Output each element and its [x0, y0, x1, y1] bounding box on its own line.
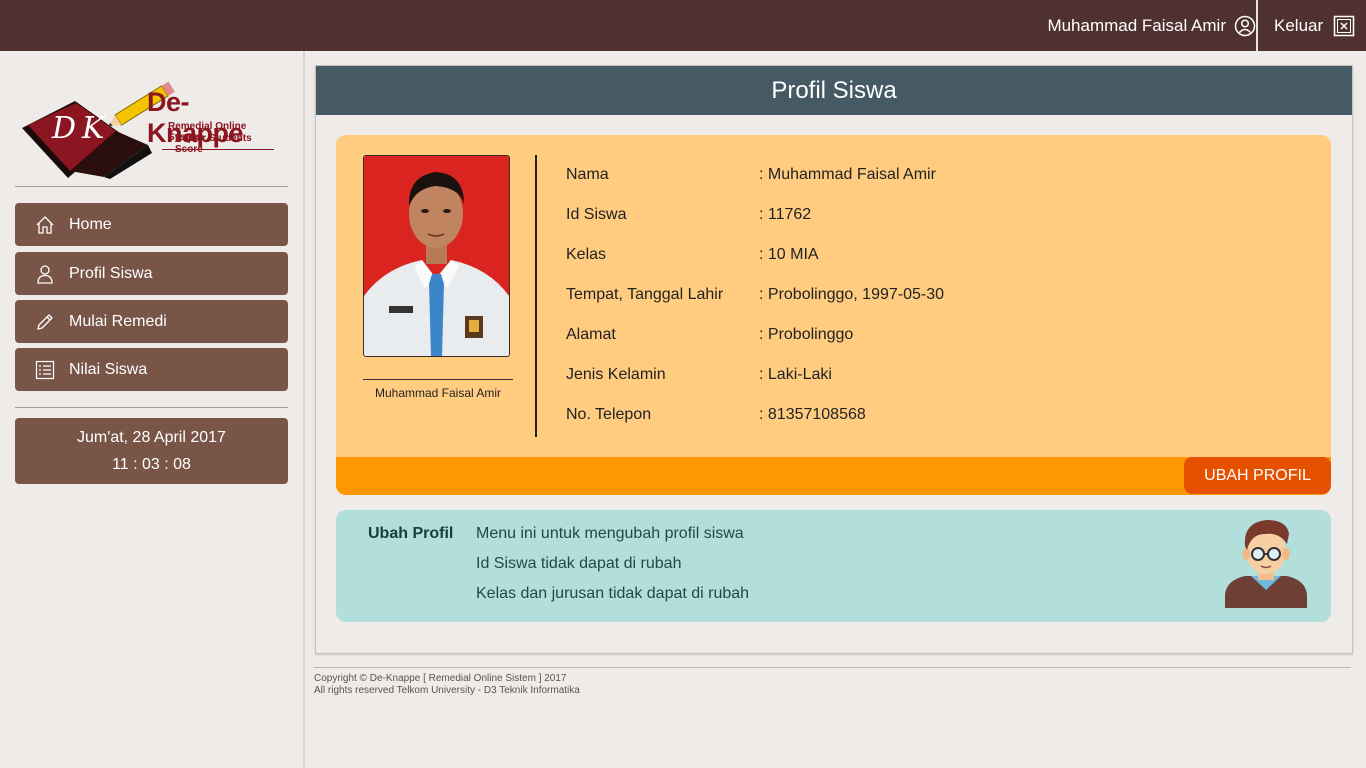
field-label: Jenis Kelamin: [566, 366, 666, 383]
logout-label: Keluar: [1274, 15, 1324, 35]
current-time: 11 : 03 : 08: [112, 456, 191, 473]
field-value: : Muhammad Faisal Amir: [759, 166, 936, 183]
footer-rights: All rights reserved Telkom University - …: [314, 685, 580, 696]
field-value: : 81357108568: [759, 406, 866, 423]
field-value: : Probolinggo: [759, 326, 854, 343]
field-label: Tempat, Tanggal Lahir: [566, 286, 724, 303]
help-card: Ubah Profil Menu ini untuk mengubah prof…: [336, 510, 1331, 622]
sidebar-item-home[interactable]: Home: [15, 203, 288, 246]
logout-box-icon: [1333, 15, 1355, 37]
home-icon: [35, 215, 55, 235]
user-icon: [35, 264, 55, 284]
profile-panel: Profil Siswa Muhammad Faisal Amir Nama:…: [315, 65, 1353, 654]
profile-card: Muhammad Faisal Amir Nama : Muhammad Fai…: [336, 135, 1331, 495]
sidebar-item-label: Nilai Siswa: [69, 360, 148, 378]
student-photo: [363, 155, 510, 357]
logo-subtitle-2: Repair Students Score: [175, 133, 252, 155]
footer: Copyright © De-Knappe [ Remedial Online …: [314, 673, 580, 697]
date-time-box: Jum'at, 28 April 2017 11 : 03 : 08: [15, 418, 288, 484]
pencil-icon: [35, 312, 55, 332]
sidebar-divider-bottom: [15, 407, 288, 408]
field-value: : Probolinggo, 1997-05-30: [759, 286, 945, 303]
sidebar-item-label: Profil Siswa: [69, 264, 153, 282]
page-title: Profil Siswa: [771, 76, 897, 104]
field-label: Id Siswa: [566, 206, 627, 223]
field-value: : Laki-Laki: [759, 366, 832, 383]
field-label: Alamat: [566, 326, 616, 343]
edit-profile-button[interactable]: UBAH PROFIL: [1184, 457, 1331, 494]
logo-underline: [162, 149, 274, 150]
photo-caption: Muhammad Faisal Amir: [374, 386, 502, 400]
help-line: Menu ini untuk mengubah profil siswa: [476, 525, 744, 542]
sidebar-item-nilai-siswa[interactable]: Nilai Siswa: [15, 348, 288, 391]
field-value: : 11762: [759, 206, 812, 223]
sidebar-item-label: Home: [69, 215, 112, 233]
sidebar-item-mulai-remedi[interactable]: Mulai Remedi: [15, 300, 288, 343]
sidebar-item-profil-siswa[interactable]: Profil Siswa: [15, 252, 288, 295]
help-line: Id Siswa tidak dapat di rubah: [476, 555, 682, 572]
footer-copyright: Copyright © De-Knappe [ Remedial Online …: [314, 673, 567, 684]
field-value: : 10 MIA: [759, 246, 819, 263]
list-icon: [35, 360, 55, 380]
help-title: Ubah Profil: [368, 525, 454, 542]
topbar-divider: [1256, 0, 1258, 51]
app-logo[interactable]: DK De-Knappe Remedial Online System Repa…: [20, 73, 280, 183]
user-name: Muhammad Faisal Amir: [1047, 15, 1226, 35]
user-circle-icon: [1234, 15, 1256, 37]
current-date: Jum'at, 28 April 2017: [77, 429, 226, 446]
sidebar-item-label: Mulai Remedi: [69, 312, 167, 330]
student-avatar-icon: [1221, 516, 1311, 611]
photo-caption-divider: [363, 379, 513, 380]
info-divider: [535, 155, 537, 437]
sidebar-divider-top: [15, 186, 288, 187]
field-label: Kelas: [566, 246, 607, 263]
field-label: No. Telepon: [566, 406, 652, 423]
help-line: Kelas dan jurusan tidak dapat di rubah: [476, 585, 750, 602]
user-menu[interactable]: Muhammad Faisal Amir: [1047, 0, 1256, 51]
field-label: Nama: [566, 166, 609, 183]
logo-monogram: DK: [52, 111, 111, 146]
top-bar: Muhammad Faisal Amir Keluar: [0, 0, 1366, 51]
sidebar: DK De-Knappe Remedial Online System Repa…: [0, 51, 305, 768]
panel-header: Profil Siswa: [316, 66, 1352, 115]
logout-button[interactable]: Keluar: [1274, 0, 1355, 51]
action-bar: UBAH PROFIL: [336, 457, 1331, 495]
footer-divider: [314, 667, 1351, 668]
